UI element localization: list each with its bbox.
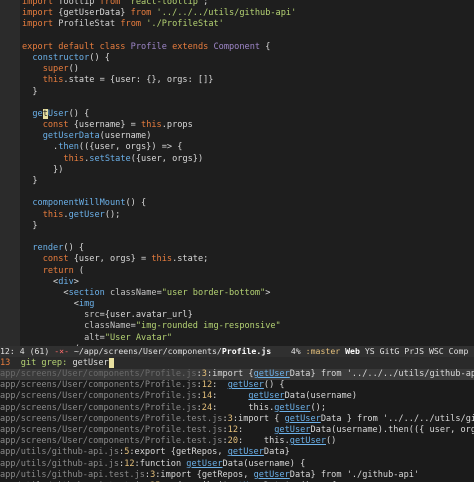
major-mode: Web — [345, 346, 360, 356]
code-line: this.state = {user: {}, orgs: []} — [42, 75, 214, 86]
code-line: src={user.avatar_url} — [84, 310, 193, 321]
result-row[interactable]: app/screens/User/components/Profile.test… — [0, 414, 474, 425]
match-highlight: getUser — [253, 369, 290, 379]
result-row[interactable]: app/screens/User/components/Profile.js:3… — [0, 369, 474, 381]
result-row[interactable]: app/utils/github-api.test.js:3:import {g… — [0, 470, 474, 481]
code-line: .then(({user, orgs}) => { — [22, 142, 183, 153]
result-path: app/screens/User/components/Profile.test… — [0, 413, 223, 424]
code-line: getUser() { — [32, 108, 90, 119]
result-row[interactable]: app/utils/github-api.js:12:function getU… — [0, 459, 474, 470]
result-text: :import {getUserData} from '../../../uti… — [206, 369, 474, 379]
code-line: return ( — [42, 265, 85, 276]
match-highlight: getUser — [284, 413, 321, 424]
result-path: app/utils/github-api.js — [0, 447, 119, 458]
mode-line: 12: 4 (61) -×- ~/app/screens/User/compon… — [0, 346, 474, 357]
git-branch: :master — [305, 346, 341, 356]
code-line: <img — [22, 299, 95, 310]
result-path: app/screens/User/components/Profile.js — [0, 369, 197, 379]
code-line: <div> — [22, 276, 79, 287]
match-highlight: getUser — [253, 469, 290, 480]
result-text: : getUserData(username).then(({ user, or… — [238, 424, 474, 435]
result-text: :function getUserData(username) { — [134, 458, 306, 469]
code-line: }) — [22, 164, 64, 175]
code-line: import Tooltip from 'react-tooltip'; — [22, 0, 209, 7]
code-line: className="img-rounded img-responsive" — [84, 321, 281, 332]
result-line-number: 20 — [227, 436, 239, 447]
code-line: componentWillMount() { — [32, 198, 147, 209]
result-line-number: 24 — [201, 402, 213, 413]
result-path: app/utils/github-api.js — [0, 458, 119, 469]
file-name: Profile.js — [221, 346, 272, 356]
search-input[interactable]: getUser — [72, 358, 108, 368]
code-line: super() — [42, 64, 79, 75]
result-text: :import {getRepos, getUserData} from './… — [155, 469, 420, 480]
code-line: export default class Profile extends Com… — [22, 41, 271, 52]
code-line: import {getUserData} from '../../../util… — [22, 8, 297, 19]
editor-gutter — [0, 0, 20, 346]
result-row[interactable]: app/screens/User/components/Profile.js:2… — [0, 403, 474, 414]
match-highlight: getUser — [186, 458, 223, 469]
code-line: render() { — [32, 243, 85, 254]
code-line: import ProfileStat from './ProfileStat' — [22, 19, 224, 30]
result-row[interactable]: app/screens/User/components/Profile.js:1… — [0, 391, 474, 402]
result-path: app/utils/github-api.test.js — [0, 469, 145, 480]
result-text: : getUserData(username) — [212, 391, 358, 402]
cursor-position: 12: 4 (61) — [0, 346, 50, 356]
result-line-number: 12 — [124, 458, 135, 469]
match-highlight: getUser — [227, 447, 264, 458]
result-row[interactable]: app/screens/User/components/Profile.test… — [0, 436, 474, 447]
scroll-percent: 4% — [290, 346, 301, 356]
code-line: const {username} = this.props — [42, 120, 193, 131]
modified-marker: -×- — [54, 346, 70, 356]
prompt-cursor — [108, 358, 114, 368]
minibuffer-prompt[interactable]: 13 git grep: getUser — [0, 357, 474, 369]
code-line: alt="User Avatar" — [84, 332, 173, 343]
file-path: ~/app/screens/User/components/ — [73, 346, 222, 356]
code-line: <section className="user border-bottom"> — [22, 287, 271, 298]
match-count: 13 — [0, 358, 11, 368]
text-cursor: t — [42, 108, 48, 119]
code-line: constructor() { — [32, 52, 110, 63]
result-row[interactable]: app/screens/User/components/Profile.test… — [0, 425, 474, 436]
code-line: } — [22, 220, 38, 231]
result-line-number: 14 — [201, 391, 213, 402]
code-line: const {user, orgs} = this.state; — [42, 254, 209, 265]
result-path: app/screens/User/components/Profile.js — [0, 380, 197, 391]
result-text: : this.getUser(); — [212, 402, 326, 413]
result-path: app/screens/User/components/Profile.test… — [0, 436, 223, 447]
match-highlight: getUser — [274, 424, 311, 435]
result-text: : getUser() { — [212, 380, 285, 391]
result-line-number: 12 — [227, 424, 239, 435]
result-row[interactable]: app/utils/github-api.js:5:export {getRep… — [0, 447, 474, 458]
code-editor[interactable]: import Tooltip from 'react-tooltip'; imp… — [0, 0, 474, 346]
match-highlight: getUser — [274, 402, 311, 413]
match-highlight: getUser — [227, 380, 264, 391]
grep-results[interactable]: app/screens/User/components/Profile.js:3… — [0, 369, 474, 482]
match-highlight: getUser — [289, 436, 326, 447]
result-text: : this.getUser() — [238, 436, 337, 447]
code-line: } — [22, 86, 38, 97]
code-line: this.setState({user, orgs}) — [63, 153, 204, 164]
result-path: app/screens/User/components/Profile.js — [0, 402, 197, 413]
result-path: app/screens/User/components/Profile.test… — [0, 424, 223, 435]
code-area[interactable]: import Tooltip from 'react-tooltip'; imp… — [22, 0, 474, 346]
result-path: app/screens/User/components/Profile.js — [0, 391, 197, 402]
code-line: this.getUser(); — [42, 209, 121, 220]
match-highlight: getUser — [248, 391, 285, 402]
minor-modes: YS GitG PrJS WSC Comp — [364, 346, 469, 356]
result-text: :export {getRepos, getUserData} — [129, 447, 290, 458]
result-row[interactable]: app/screens/User/components/Profile.js:1… — [0, 380, 474, 391]
result-text: :import { getUserData } from '../../../u… — [232, 413, 474, 424]
prompt-label: git grep: — [20, 358, 68, 368]
result-line-number: 12 — [201, 380, 213, 391]
code-line: } — [22, 176, 38, 186]
code-line: getUserData(username) — [42, 131, 152, 142]
